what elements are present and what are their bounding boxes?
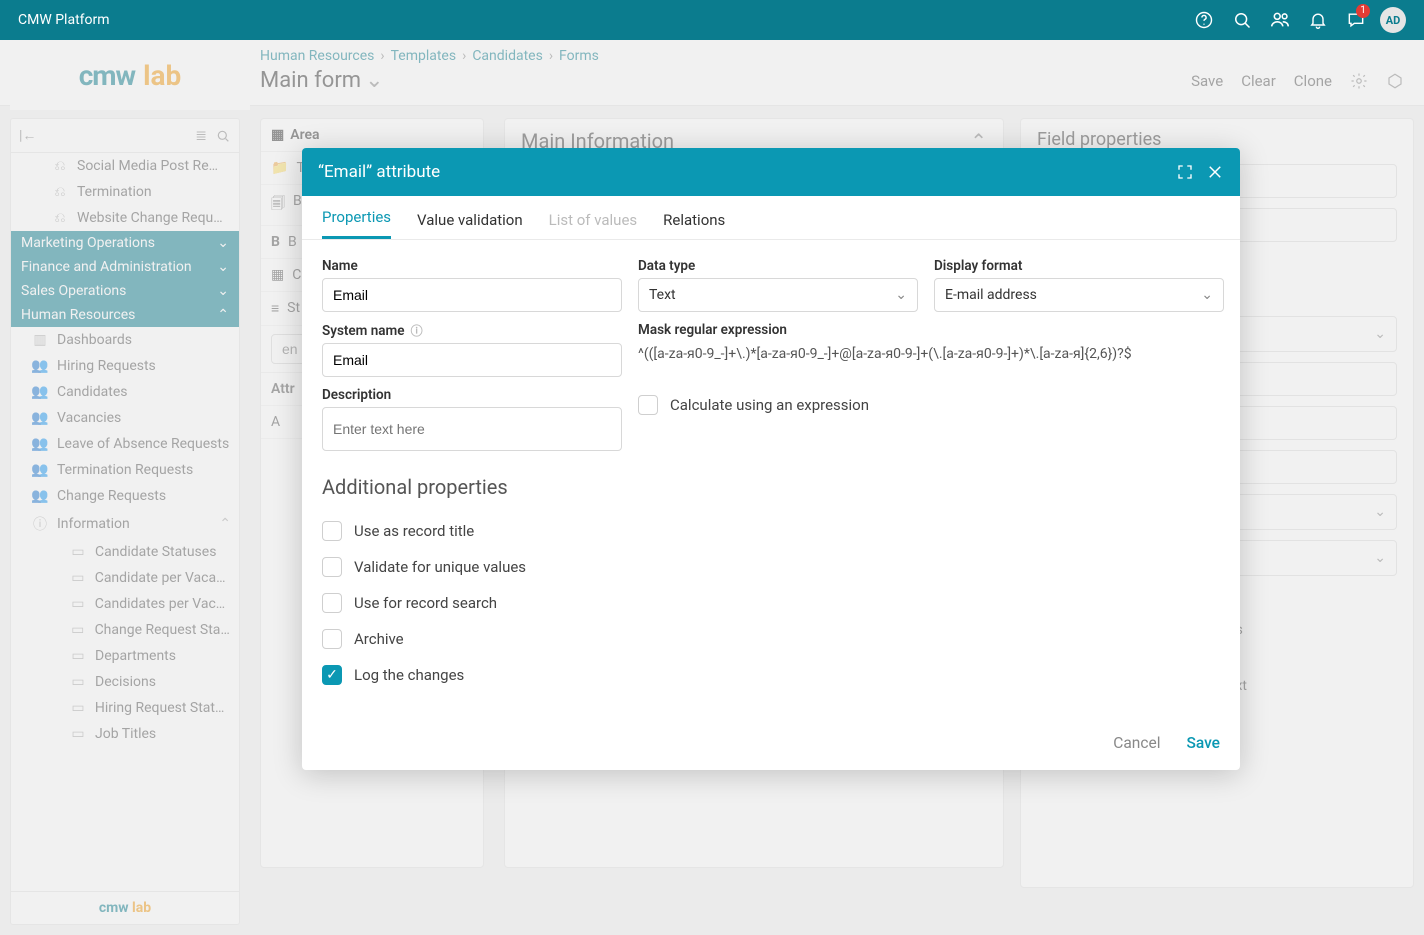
system-name-label: System name ⓘ — [322, 322, 622, 339]
data-type-select[interactable]: Text ⌄ — [638, 278, 918, 312]
mask-expression: ^(([a-zа-я0-9_-]+\.)*[a-zа-я0-9_-]+@[a-z… — [638, 346, 1224, 362]
tab-value-validation[interactable]: Value validation — [417, 211, 523, 239]
name-label: Name — [322, 258, 622, 274]
help-icon[interactable] — [1188, 4, 1220, 36]
topbar: CMW Platform 1 AD — [0, 0, 1424, 40]
expand-icon[interactable] — [1176, 163, 1194, 181]
mask-label: Mask regular expression — [638, 322, 1224, 338]
display-format-label: Display format — [934, 258, 1224, 274]
modal-title: “Email” attribute — [318, 162, 440, 182]
message-icon[interactable]: 1 — [1340, 4, 1372, 36]
modal-footer: Cancel Save — [302, 720, 1240, 770]
use-as-title-checkbox[interactable] — [322, 521, 342, 541]
name-input[interactable] — [322, 278, 622, 312]
modal-body: Name Data type Text ⌄ Display format E-m… — [302, 240, 1240, 720]
brand-text: CMW Platform — [18, 12, 110, 28]
description-input[interactable] — [322, 407, 622, 451]
calc-checkbox[interactable] — [638, 395, 658, 415]
close-icon[interactable] — [1206, 163, 1224, 181]
notification-badge: 1 — [1356, 4, 1370, 18]
description-label: Description — [322, 387, 622, 403]
users-icon[interactable] — [1264, 4, 1296, 36]
log-changes-checkbox[interactable]: ✓ — [322, 665, 342, 685]
tab-properties[interactable]: Properties — [322, 208, 391, 239]
search-icon[interactable] — [1226, 4, 1258, 36]
display-format-select[interactable]: E-mail address ⌄ — [934, 278, 1224, 312]
save-button[interactable]: Save — [1186, 734, 1220, 752]
archive-checkbox[interactable] — [322, 629, 342, 649]
chevron-down-icon: ⌄ — [1201, 287, 1213, 303]
calc-label: Calculate using an expression — [670, 396, 869, 414]
cancel-button[interactable]: Cancel — [1113, 734, 1160, 752]
system-name-input[interactable] — [322, 343, 622, 377]
validate-unique-checkbox[interactable] — [322, 557, 342, 577]
tab-relations[interactable]: Relations — [663, 211, 725, 239]
chevron-down-icon: ⌄ — [895, 287, 907, 303]
attribute-modal: “Email” attribute Properties Value valid… — [302, 148, 1240, 770]
modal-tabs: Properties Value validation List of valu… — [302, 196, 1240, 240]
additional-properties-title: Additional properties — [322, 475, 1220, 499]
help-icon[interactable]: ⓘ — [411, 322, 423, 339]
bell-icon[interactable] — [1302, 4, 1334, 36]
data-type-label: Data type — [638, 258, 918, 274]
tab-list-of-values: List of values — [549, 211, 638, 239]
use-for-search-checkbox[interactable] — [322, 593, 342, 613]
modal-header: “Email” attribute — [302, 148, 1240, 196]
avatar[interactable]: AD — [1380, 7, 1406, 33]
